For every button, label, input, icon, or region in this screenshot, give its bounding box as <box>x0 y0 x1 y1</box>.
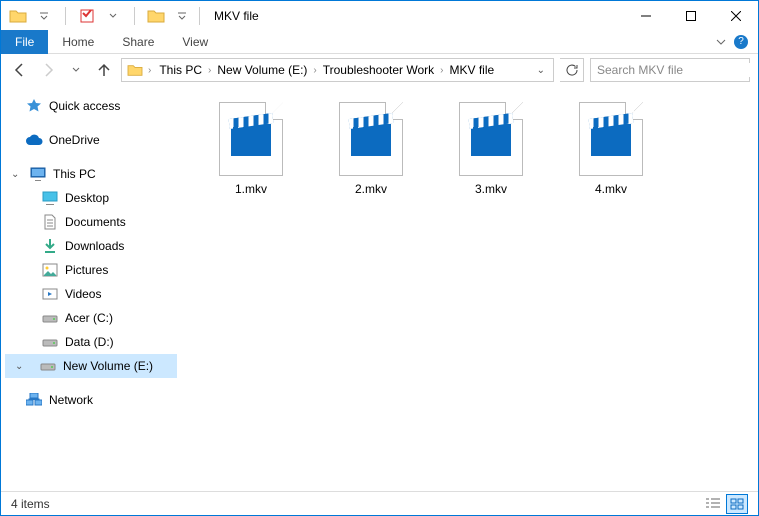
sidebar-item-label: Desktop <box>65 191 109 205</box>
refresh-button[interactable] <box>560 58 584 82</box>
chevron-right-icon[interactable]: › <box>206 65 213 76</box>
details-view-button[interactable] <box>702 494 724 514</box>
tab-view[interactable]: View <box>168 30 222 54</box>
tab-home[interactable]: Home <box>48 30 108 54</box>
star-icon <box>25 97 43 115</box>
tab-share[interactable]: Share <box>108 30 168 54</box>
body: Quick access OneDrive ⌄ This PC Desktop D… <box>1 86 758 491</box>
documents-icon <box>41 213 59 231</box>
sidebar-item-documents[interactable]: Documents <box>5 210 177 234</box>
pictures-icon <box>41 261 59 279</box>
file-item[interactable]: 2.mkv <box>311 96 431 206</box>
search-input[interactable] <box>597 63 752 77</box>
videos-icon <box>41 285 59 303</box>
qat-dropdown-icon[interactable] <box>33 5 55 27</box>
sidebar-item-desktop[interactable]: Desktop <box>5 186 177 210</box>
sidebar-item-label: This PC <box>53 167 96 181</box>
content-area[interactable]: 1.mkv 2.mkv 3.mkv 4.mkv <box>181 86 758 491</box>
monitor-icon <box>29 165 47 183</box>
file-item[interactable]: 3.mkv <box>431 96 551 206</box>
sidebar-item-pictures[interactable]: Pictures <box>5 258 177 282</box>
title-bar: MKV file <box>1 1 758 30</box>
address-bar[interactable]: › This PC›New Volume (E:)›Troubleshooter… <box>121 58 554 82</box>
qat-dropdown-icon[interactable] <box>102 5 124 27</box>
qat-customize-icon[interactable] <box>171 5 193 27</box>
desktop-icon <box>41 189 59 207</box>
sidebar-item-label: Data (D:) <box>65 335 114 349</box>
sidebar-item-label: Network <box>49 393 93 407</box>
folder-icon <box>126 61 144 79</box>
file-item[interactable]: 1.mkv <box>191 96 311 206</box>
downloads-icon <box>41 237 59 255</box>
chevron-right-icon[interactable]: › <box>438 65 445 76</box>
large-icons-view-button[interactable] <box>726 494 748 514</box>
breadcrumb-segment[interactable]: This PC <box>155 63 206 77</box>
expand-caret-icon[interactable]: ⌄ <box>15 361 25 372</box>
file-label: 2.mkv <box>355 182 387 196</box>
file-item[interactable]: 4.mkv <box>551 96 671 206</box>
video-file-icon <box>459 102 523 176</box>
file-label: 1.mkv <box>235 182 267 196</box>
sidebar-item-videos[interactable]: Videos <box>5 282 177 306</box>
sidebar-item-label: Pictures <box>65 263 108 277</box>
sidebar-item-label: Acer (C:) <box>65 311 113 325</box>
quick-access-toolbar <box>1 5 193 27</box>
breadcrumb-segment[interactable]: New Volume (E:) <box>213 63 311 77</box>
folder-icon[interactable] <box>145 5 167 27</box>
sidebar-item-acer-c-[interactable]: Acer (C:) <box>5 306 177 330</box>
forward-button[interactable] <box>37 59 59 81</box>
recent-dropdown-icon[interactable] <box>65 59 87 81</box>
sidebar-item-data-d-[interactable]: Data (D:) <box>5 330 177 354</box>
address-row: › This PC›New Volume (E:)›Troubleshooter… <box>1 54 758 86</box>
video-file-icon <box>339 102 403 176</box>
help-icon[interactable]: ? <box>734 35 748 49</box>
file-label: 3.mkv <box>475 182 507 196</box>
breadcrumb-segment[interactable]: MKV file <box>445 63 498 77</box>
file-label: 4.mkv <box>595 182 627 196</box>
sidebar-network[interactable]: Network <box>5 388 177 412</box>
ribbon-expand-icon[interactable] <box>716 37 726 47</box>
window-controls <box>623 1 758 30</box>
sidebar-item-label: Videos <box>65 287 101 301</box>
sidebar-item-label: New Volume (E:) <box>63 359 153 373</box>
status-text: 4 items <box>11 497 50 511</box>
minimize-button[interactable] <box>623 1 668 30</box>
video-file-icon <box>579 102 643 176</box>
address-dropdown-icon[interactable]: ⌄ <box>537 65 549 76</box>
expand-caret-icon[interactable]: ⌄ <box>11 169 21 180</box>
chevron-right-icon[interactable]: › <box>311 65 318 76</box>
sidebar-item-downloads[interactable]: Downloads <box>5 234 177 258</box>
network-icon <box>25 391 43 409</box>
up-button[interactable] <box>93 59 115 81</box>
sidebar-onedrive[interactable]: OneDrive <box>5 128 177 152</box>
drive-icon <box>41 309 59 327</box>
sidebar-item-label: Documents <box>65 215 126 229</box>
navigation-pane: Quick access OneDrive ⌄ This PC Desktop D… <box>1 86 181 491</box>
chevron-right-icon[interactable]: › <box>146 65 153 76</box>
file-tab[interactable]: File <box>1 30 48 54</box>
close-button[interactable] <box>713 1 758 30</box>
properties-icon[interactable] <box>76 5 98 27</box>
sidebar-item-label: Quick access <box>49 99 120 113</box>
folder-icon[interactable] <box>7 5 29 27</box>
sidebar-item-label: Downloads <box>65 239 124 253</box>
video-file-icon <box>219 102 283 176</box>
maximize-button[interactable] <box>668 1 713 30</box>
sidebar-this-pc[interactable]: ⌄ This PC <box>5 162 177 186</box>
ribbon-tabs: File HomeShareView ? <box>1 30 758 54</box>
back-button[interactable] <box>9 59 31 81</box>
cloud-icon <box>25 131 43 149</box>
sidebar-quick-access[interactable]: Quick access <box>5 94 177 118</box>
window-title: MKV file <box>214 9 259 23</box>
drive-icon <box>41 333 59 351</box>
sidebar-item-label: OneDrive <box>49 133 100 147</box>
search-box[interactable] <box>590 58 750 82</box>
breadcrumb-segment[interactable]: Troubleshooter Work <box>319 63 438 77</box>
drive-icon <box>39 357 57 375</box>
status-bar: 4 items <box>1 491 758 515</box>
sidebar-item-new-volume-e-[interactable]: ⌄ New Volume (E:) <box>5 354 177 378</box>
